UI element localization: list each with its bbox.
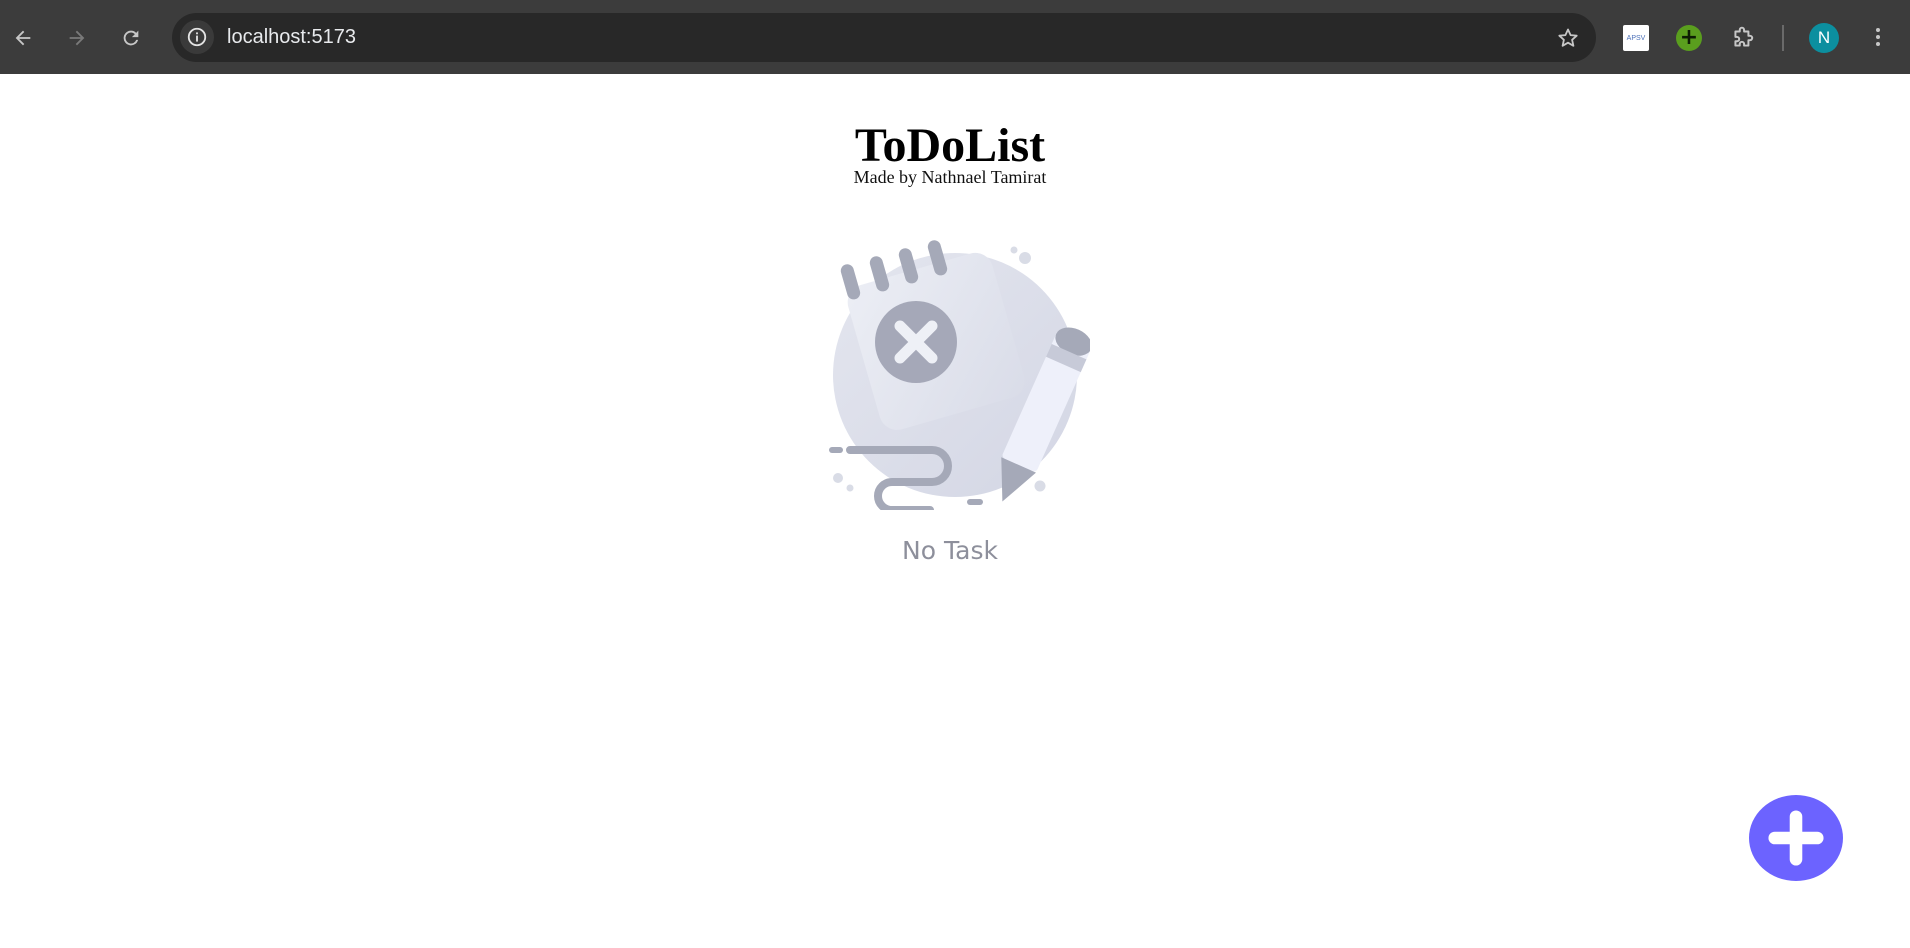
star-icon [1558, 28, 1578, 47]
info-icon [187, 27, 207, 47]
bookmark-button[interactable] [1554, 24, 1582, 52]
back-button[interactable] [4, 19, 42, 57]
empty-notepad-illustration [829, 240, 1090, 510]
green-plus-extension-button[interactable]: + [1674, 23, 1704, 53]
apsv-extension-button[interactable]: APSV [1621, 23, 1651, 53]
url-text[interactable]: localhost:5173 [227, 26, 356, 49]
arrow-left-icon [15, 30, 31, 46]
green-plus-extension-icon: + [1676, 25, 1702, 51]
address-bar[interactable]: localhost:5173 [172, 13, 1596, 62]
browser-chrome: localhost:5173 APSV + N [0, 0, 1910, 74]
toolbar-divider [1782, 25, 1784, 51]
page-subtitle: Made by Nathnael Tamirat [853, 167, 1047, 187]
site-info-button[interactable] [180, 20, 214, 54]
page-title: ToDoList [854, 119, 1046, 172]
forward-button[interactable] [58, 19, 96, 57]
browser-toolbar: localhost:5173 APSV + N [0, 0, 1910, 74]
add-task-button[interactable] [1749, 795, 1843, 881]
apsv-extension-icon: APSV [1623, 25, 1649, 51]
reload-button[interactable] [112, 19, 150, 57]
kebab-menu-icon [1876, 28, 1880, 46]
profile-avatar[interactable]: N [1809, 23, 1839, 53]
plus-icon [1768, 810, 1824, 866]
empty-state-text: No Task [902, 536, 998, 565]
extensions-button[interactable] [1728, 23, 1758, 53]
arrow-right-icon [69, 30, 85, 46]
puzzle-icon [1734, 26, 1754, 47]
reload-icon [123, 30, 139, 46]
browser-menu-button[interactable] [1862, 21, 1894, 53]
